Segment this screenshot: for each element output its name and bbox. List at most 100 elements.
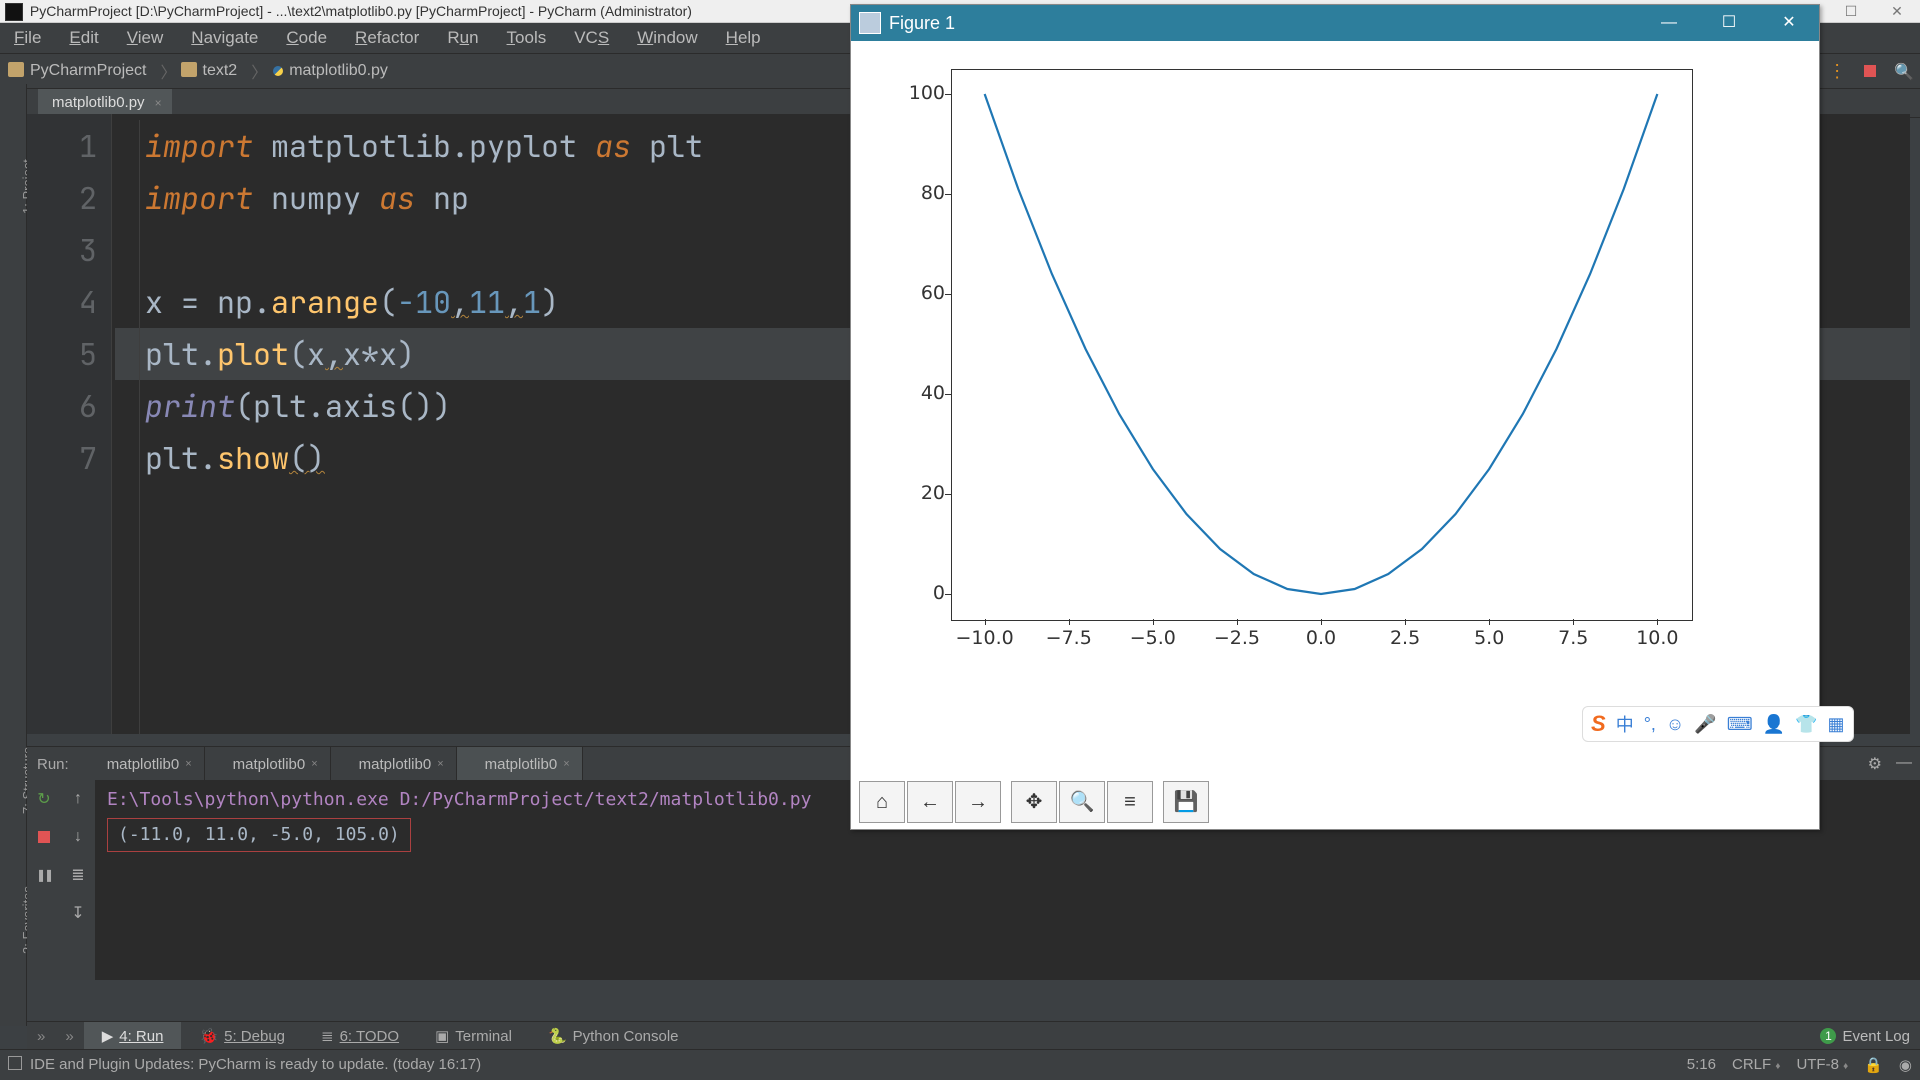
ide-maximize-button[interactable]: ☐	[1828, 0, 1874, 22]
bottom-tab-run-label: 4: Run	[119, 1028, 163, 1045]
status-caret-pos[interactable]: 5:16	[1687, 1056, 1716, 1074]
pause-icon[interactable]	[36, 866, 52, 884]
xtick-mark	[1657, 619, 1658, 625]
ime-punct-icon[interactable]: °,	[1644, 714, 1656, 735]
nav-configure-icon[interactable]: ≡	[1107, 781, 1153, 823]
ytick-label: 0	[895, 582, 945, 604]
ime-emoji-icon[interactable]: ☺	[1666, 714, 1684, 735]
run-tab-0[interactable]: matplotlib0×	[79, 747, 205, 781]
crumb-folder[interactable]: text2	[181, 62, 248, 80]
toolwindow-toggle-icon[interactable]	[8, 1056, 22, 1074]
chevron-icon[interactable]: »	[27, 1028, 55, 1045]
nav-back-icon[interactable]: ←	[907, 781, 953, 823]
run-title: Run:	[27, 756, 79, 773]
ime-keyboard-icon[interactable]: ⌨	[1727, 714, 1753, 735]
chevron-icon[interactable]: »	[55, 1028, 83, 1045]
nav-save-icon[interactable]: 💾	[1163, 781, 1209, 823]
scroll-to-end-icon[interactable]	[71, 903, 84, 923]
status-lock-icon[interactable]: 🔒	[1864, 1056, 1883, 1074]
line-number: 6	[27, 380, 97, 432]
status-encoding[interactable]: UTF-8	[1796, 1056, 1839, 1073]
crumb-file[interactable]: matplotlib0.py	[271, 62, 398, 80]
close-tab-icon[interactable]: ×	[151, 89, 162, 117]
run-config-overflow-icon[interactable]: ⋮	[1828, 61, 1846, 82]
close-icon[interactable]: ×	[185, 758, 191, 770]
close-icon[interactable]: ×	[437, 758, 443, 770]
menu-help[interactable]: Help	[712, 23, 775, 53]
search-everywhere-icon[interactable]	[1894, 61, 1914, 82]
status-message[interactable]: IDE and Plugin Updates: PyCharm is ready…	[30, 1056, 481, 1074]
figure-titlebar[interactable]: Figure 1 — ☐ ✕	[851, 5, 1819, 41]
menu-navigate[interactable]: Navigate	[177, 23, 272, 53]
gear-icon[interactable]: ⚙	[1868, 754, 1882, 774]
run-tab-2[interactable]: matplotlib0×	[331, 747, 457, 781]
line-number: 5	[27, 328, 97, 380]
ytick-label: 20	[895, 482, 945, 504]
bottom-tab-debug-label: 5: Debug	[224, 1028, 285, 1045]
ime-user-icon[interactable]: 👤	[1763, 714, 1785, 734]
ide-title-text: PyCharmProject [D:\PyCharmProject] - ...…	[30, 3, 692, 19]
figure-minimize-button[interactable]: —	[1639, 5, 1699, 41]
nav-forward-icon[interactable]: →	[955, 781, 1001, 823]
crumb-folder-label: text2	[203, 62, 238, 80]
ime-toolbox-icon[interactable]: ▦	[1828, 714, 1845, 735]
menu-refactor[interactable]: Refactor	[341, 23, 433, 53]
menu-file[interactable]: File	[0, 23, 55, 53]
editor-tab-active[interactable]: matplotlib0.py ×	[38, 89, 173, 117]
sogou-ime-bar[interactable]: S 中 °, ☺ 🎤 ⌨ 👤 👕 ▦	[1582, 706, 1854, 742]
menu-edit[interactable]: Edit	[55, 23, 112, 53]
ytick-label: 100	[895, 82, 945, 104]
ide-close-button[interactable]: ✕	[1874, 0, 1920, 22]
menu-code[interactable]: Code	[272, 23, 341, 53]
sogou-logo-icon: S	[1591, 711, 1606, 737]
xtick-label: −7.5	[1046, 627, 1092, 649]
nav-home-icon[interactable]: ⌂	[859, 781, 905, 823]
minimize-tw-icon[interactable]: —	[1896, 754, 1912, 774]
line-number: 2	[27, 172, 97, 224]
line-number: 3	[27, 224, 97, 276]
menu-vcs[interactable]: VCS	[560, 23, 623, 53]
xtick-label: 2.5	[1390, 627, 1420, 649]
xtick-mark	[985, 619, 986, 625]
xtick-mark	[1153, 619, 1154, 625]
stack-down-icon[interactable]	[74, 828, 82, 846]
close-icon[interactable]: ×	[311, 758, 317, 770]
menu-view[interactable]: View	[113, 23, 178, 53]
bottom-tab-python-console[interactable]: 🐍 Python Console	[530, 1022, 697, 1050]
figure-close-button[interactable]: ✕	[1759, 5, 1819, 41]
figure-maximize-button[interactable]: ☐	[1699, 5, 1759, 41]
bottom-tab-debug[interactable]: 🐞 5: Debug	[181, 1022, 303, 1050]
bottom-tab-terminal[interactable]: ▣ Terminal	[417, 1022, 530, 1050]
bottom-tab-event-log[interactable]: Event Log	[1842, 1028, 1910, 1045]
nav-pan-icon[interactable]: ✥	[1011, 781, 1057, 823]
ime-lang-label[interactable]: 中	[1616, 711, 1634, 737]
menu-run[interactable]: Run	[433, 23, 492, 53]
line-number-gutter: 1 2 3 4 5 6 7	[27, 114, 112, 734]
stack-up-icon[interactable]	[74, 790, 82, 808]
run-tab-label: matplotlib0	[485, 756, 558, 773]
xtick-label: −5.0	[1130, 627, 1176, 649]
crumb-project[interactable]: PyCharmProject	[8, 62, 156, 80]
xtick-mark	[1069, 619, 1070, 625]
bottom-tab-terminal-label: Terminal	[455, 1028, 512, 1045]
run-tab-1[interactable]: matplotlib0×	[205, 747, 331, 781]
bottom-tab-pyconsole-label: Python Console	[573, 1028, 679, 1045]
menu-window[interactable]: Window	[623, 23, 711, 53]
stop-icon[interactable]	[1864, 65, 1876, 77]
ytick-mark	[945, 294, 951, 295]
bottom-tab-todo[interactable]: ≣ 6: TODO	[303, 1022, 417, 1050]
run-tab-3[interactable]: matplotlib0 ×	[457, 747, 583, 781]
rerun-icon[interactable]	[37, 789, 50, 809]
status-line-separator[interactable]: CRLF	[1732, 1056, 1771, 1073]
bottom-tab-run[interactable]: ▶ 4: Run	[84, 1022, 182, 1050]
ime-skin-icon[interactable]: 👕	[1795, 714, 1817, 735]
menu-tools[interactable]: Tools	[493, 23, 561, 53]
close-icon[interactable]: ×	[563, 758, 569, 770]
xtick-mark	[1573, 619, 1574, 625]
xtick-label: 5.0	[1474, 627, 1504, 649]
ime-mic-icon[interactable]: 🎤	[1694, 714, 1716, 735]
soft-wrap-icon[interactable]	[71, 865, 84, 885]
nav-zoom-icon[interactable]: 🔍	[1059, 781, 1105, 823]
status-indicator-icon[interactable]: ◉	[1899, 1056, 1912, 1074]
stop-icon[interactable]	[38, 831, 50, 843]
